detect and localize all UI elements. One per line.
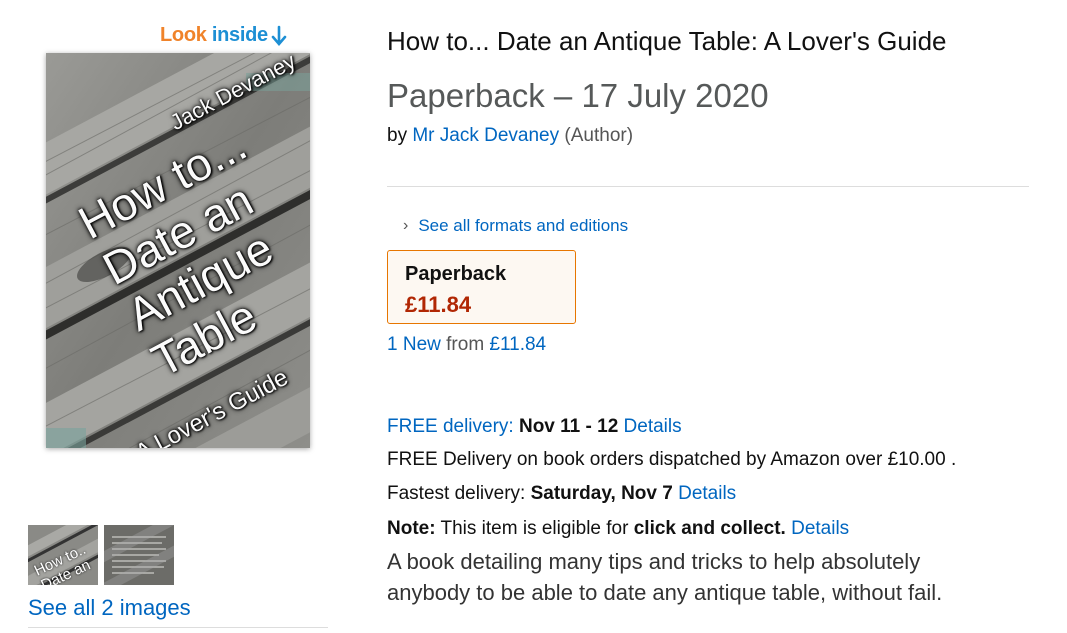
delivery-line: FREE delivery: Nov 11 - 12 Details	[387, 416, 682, 438]
byline: by Mr Jack Devaney (Author)	[387, 125, 633, 147]
free-delivery-note: FREE Delivery on book orders dispatched …	[387, 449, 957, 470]
note-bold: click and collect.	[633, 518, 786, 539]
new-offers-link[interactable]: 1 New	[387, 334, 441, 355]
thumbnail-page[interactable]	[104, 525, 174, 585]
look-inside-button[interactable]: Look inside	[160, 24, 287, 47]
click-collect-note: Note: This item is eligible for click an…	[387, 518, 849, 540]
chevron-right-icon: ›	[403, 217, 409, 234]
book-cover-image[interactable]: Jack Devaney How to... Date an Antique T…	[46, 53, 310, 448]
offer-price-link[interactable]: £11.84	[489, 334, 546, 355]
author-role: (Author)	[564, 125, 634, 146]
delivery-dates: Nov 11 - 12	[518, 416, 619, 437]
divider	[28, 627, 328, 628]
format-option-paperback[interactable]: Paperback £11.84	[387, 250, 576, 324]
product-subtitle: Paperback – 17 July 2020	[387, 77, 769, 114]
offer-line: 1 New from £11.84	[387, 334, 546, 356]
format-name: Paperback	[405, 263, 507, 285]
product-title: How to... Date an Antique Table: A Lover…	[387, 26, 947, 56]
note-text: This item is eligible for	[440, 518, 629, 539]
fastest-delivery-date: Saturday, Nov 7	[530, 483, 673, 504]
free-delivery-label[interactable]: FREE delivery:	[387, 416, 514, 437]
look-inside-label: Look inside	[160, 24, 268, 46]
fastest-delivery-label: Fastest delivery:	[387, 483, 526, 504]
by-label: by	[387, 125, 408, 146]
see-formats-link[interactable]: › See all formats and editions	[403, 216, 628, 236]
product-description: A book detailing many tips and tricks to…	[387, 549, 943, 605]
see-formats-label: See all formats and editions	[418, 216, 629, 235]
author-link[interactable]: Mr Jack Devaney	[412, 125, 559, 146]
arrow-down-icon	[271, 25, 287, 46]
delivery-details-link[interactable]: Details	[624, 416, 682, 437]
fastest-delivery-line: Fastest delivery: Saturday, Nov 7 Detail…	[387, 483, 736, 505]
note-details-link[interactable]: Details	[791, 518, 849, 539]
fastest-details-link[interactable]: Details	[678, 483, 736, 504]
format-price: £11.84	[405, 292, 472, 317]
divider	[387, 186, 1029, 187]
offer-from-label: from	[446, 334, 485, 355]
note-label: Note:	[387, 518, 436, 539]
thumbnail-cover[interactable]: How to.. Date an	[28, 525, 98, 585]
see-all-images-link[interactable]: See all 2 images	[28, 595, 191, 621]
thumbnail-texture	[104, 525, 174, 585]
